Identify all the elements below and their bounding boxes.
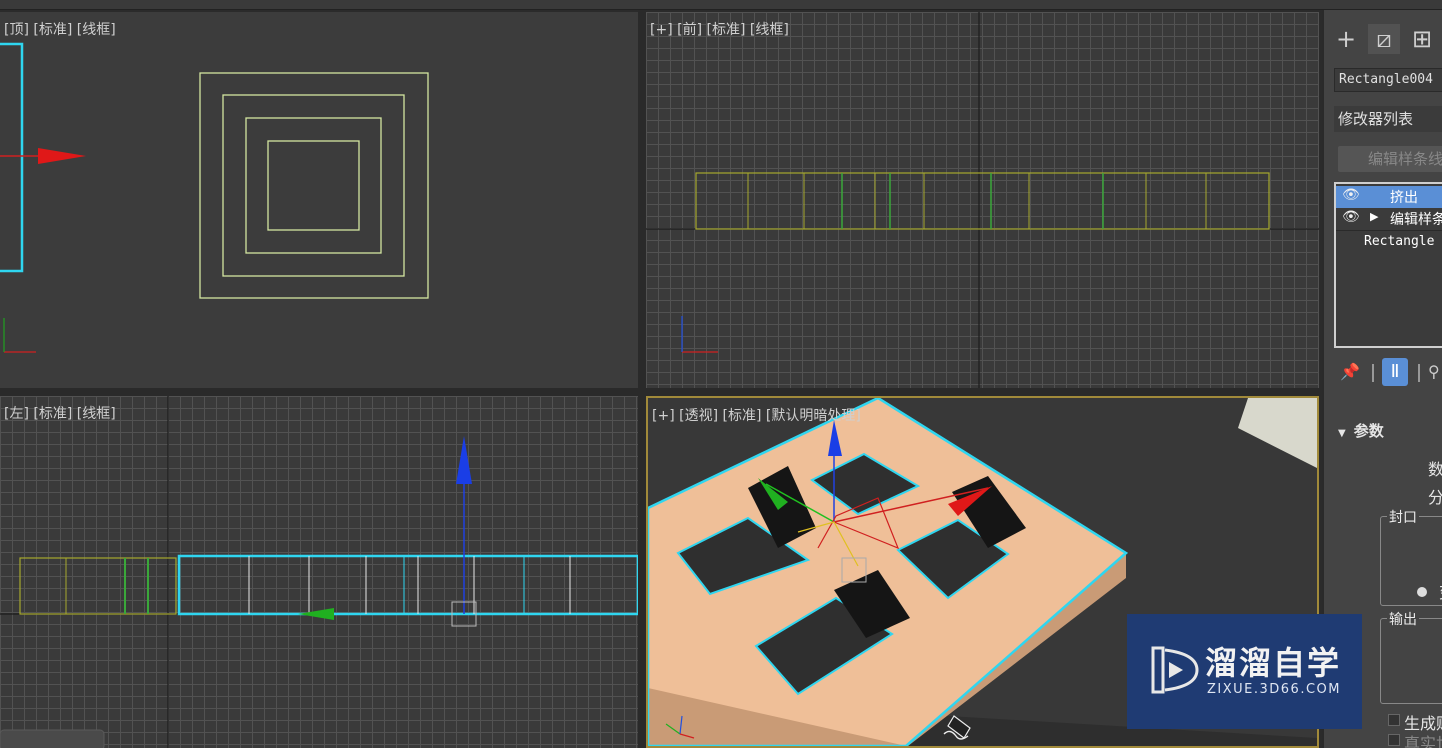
collapse-triangle-icon: ▼ (1338, 428, 1346, 439)
rectangle-spline-1[interactable] (199, 72, 429, 299)
stack-item-edit-spline[interactable]: 👁 ▶ 编辑样条线 (1336, 208, 1442, 230)
param-label-amount: 数 (1428, 456, 1442, 480)
rectangle-spline-3[interactable] (245, 117, 382, 254)
pin-stack-icon[interactable]: 📌 (1340, 362, 1360, 381)
stack-item-extrude[interactable]: 👁 挤出 (1336, 186, 1442, 208)
main-toolbar (0, 0, 1442, 10)
viewport-label[interactable]: [左] [标准] [线框] (4, 403, 116, 423)
command-panel-tabs: + ⧄ ⊞ (1330, 24, 1438, 56)
watermark-title: 溜溜自学 (1205, 644, 1342, 682)
viewport-front-canvas (646, 12, 1319, 388)
modifier-stack: 👁 挤出 👁 ▶ 编辑样条线 Rectangle (1334, 182, 1442, 348)
cap-radio[interactable] (1417, 587, 1427, 597)
rollout-title: 参数 (1353, 422, 1384, 440)
params-rollout-header[interactable]: ▼ 参数 (1338, 420, 1384, 441)
rectangle-spline-4[interactable] (267, 140, 360, 231)
viewport-top[interactable]: [顶] [标准] [线框] (0, 12, 638, 388)
watermark-url: ZIXUE.3D66.COM (1207, 682, 1341, 697)
viewport-left[interactable]: [左] [标准] [线框] (0, 396, 638, 748)
stack-item-label: Rectangle (1364, 234, 1435, 249)
viewport-divider-horizontal[interactable] (0, 388, 1320, 396)
object-name-field[interactable]: Rectangle004 (1334, 68, 1442, 92)
expand-arrow-icon[interactable]: ▶ (1370, 210, 1378, 223)
bottom-tab[interactable] (0, 729, 105, 748)
output-group: 输出 (1380, 609, 1442, 704)
viewport-left-canvas (0, 396, 638, 748)
cap-group: 封口 变 (1380, 507, 1442, 606)
stack-item-rectangle[interactable]: Rectangle (1336, 230, 1442, 252)
extruded-object-left-unselected[interactable] (19, 557, 177, 615)
edit-spline-button[interactable]: 编辑样条线 (1338, 146, 1442, 172)
watermark-logo-icon (1151, 646, 1199, 694)
eye-icon[interactable]: 👁 (1342, 209, 1360, 225)
viewport-divider-vertical[interactable] (638, 10, 646, 748)
real-world-label: 真实世界 (1404, 734, 1442, 748)
viewport-top-canvas (0, 42, 429, 353)
viewport-front[interactable]: [+] [前] [标准] [线框] (646, 12, 1319, 388)
selected-rectangle-outline[interactable] (0, 42, 24, 273)
show-end-result-icon[interactable]: Ⅱ (1382, 358, 1408, 386)
real-world-checkbox[interactable] (1388, 734, 1400, 746)
viewport-label[interactable]: [顶] [标准] [线框] (4, 19, 116, 39)
create-icon[interactable]: + (1330, 24, 1362, 54)
cap-group-title: 封口 (1387, 507, 1419, 527)
modifier-list-dropdown[interactable]: 修改器列表 (1334, 106, 1442, 132)
output-group-title: 输出 (1387, 609, 1419, 629)
stack-item-label: 挤出 (1390, 190, 1418, 206)
param-label-segments: 分 (1428, 484, 1442, 508)
gen-mapping-checkbox[interactable] (1388, 714, 1400, 726)
background-object (1238, 398, 1317, 468)
extruded-frame-object[interactable] (648, 398, 1129, 746)
eye-icon[interactable]: 👁 (1342, 187, 1360, 203)
hierarchy-icon[interactable]: ⊞ (1406, 24, 1438, 54)
rectangle-spline-2[interactable] (222, 94, 405, 277)
gizmo-y-arrow[interactable] (298, 608, 334, 620)
gizmo-z-arrow[interactable] (456, 436, 472, 484)
extruded-object-front[interactable] (695, 172, 1270, 230)
watermark: 溜溜自学 ZIXUE.3D66.COM (1127, 614, 1362, 729)
toolbar-separator (1372, 364, 1374, 382)
stack-item-label: 编辑样条线 (1390, 212, 1442, 228)
gizmo-x-arrow[interactable] (38, 148, 86, 164)
toolbar-separator (1418, 364, 1420, 382)
viewport-label[interactable]: [+] [前] [标准] [线框] (650, 19, 789, 39)
modify-icon[interactable]: ⧄ (1368, 24, 1400, 54)
make-unique-icon[interactable]: ⚲ (1428, 362, 1440, 381)
viewport-label[interactable]: [+] [透视] [标准] [默认明暗处理] (652, 405, 861, 425)
extruded-object-left-selected[interactable] (177, 554, 638, 616)
